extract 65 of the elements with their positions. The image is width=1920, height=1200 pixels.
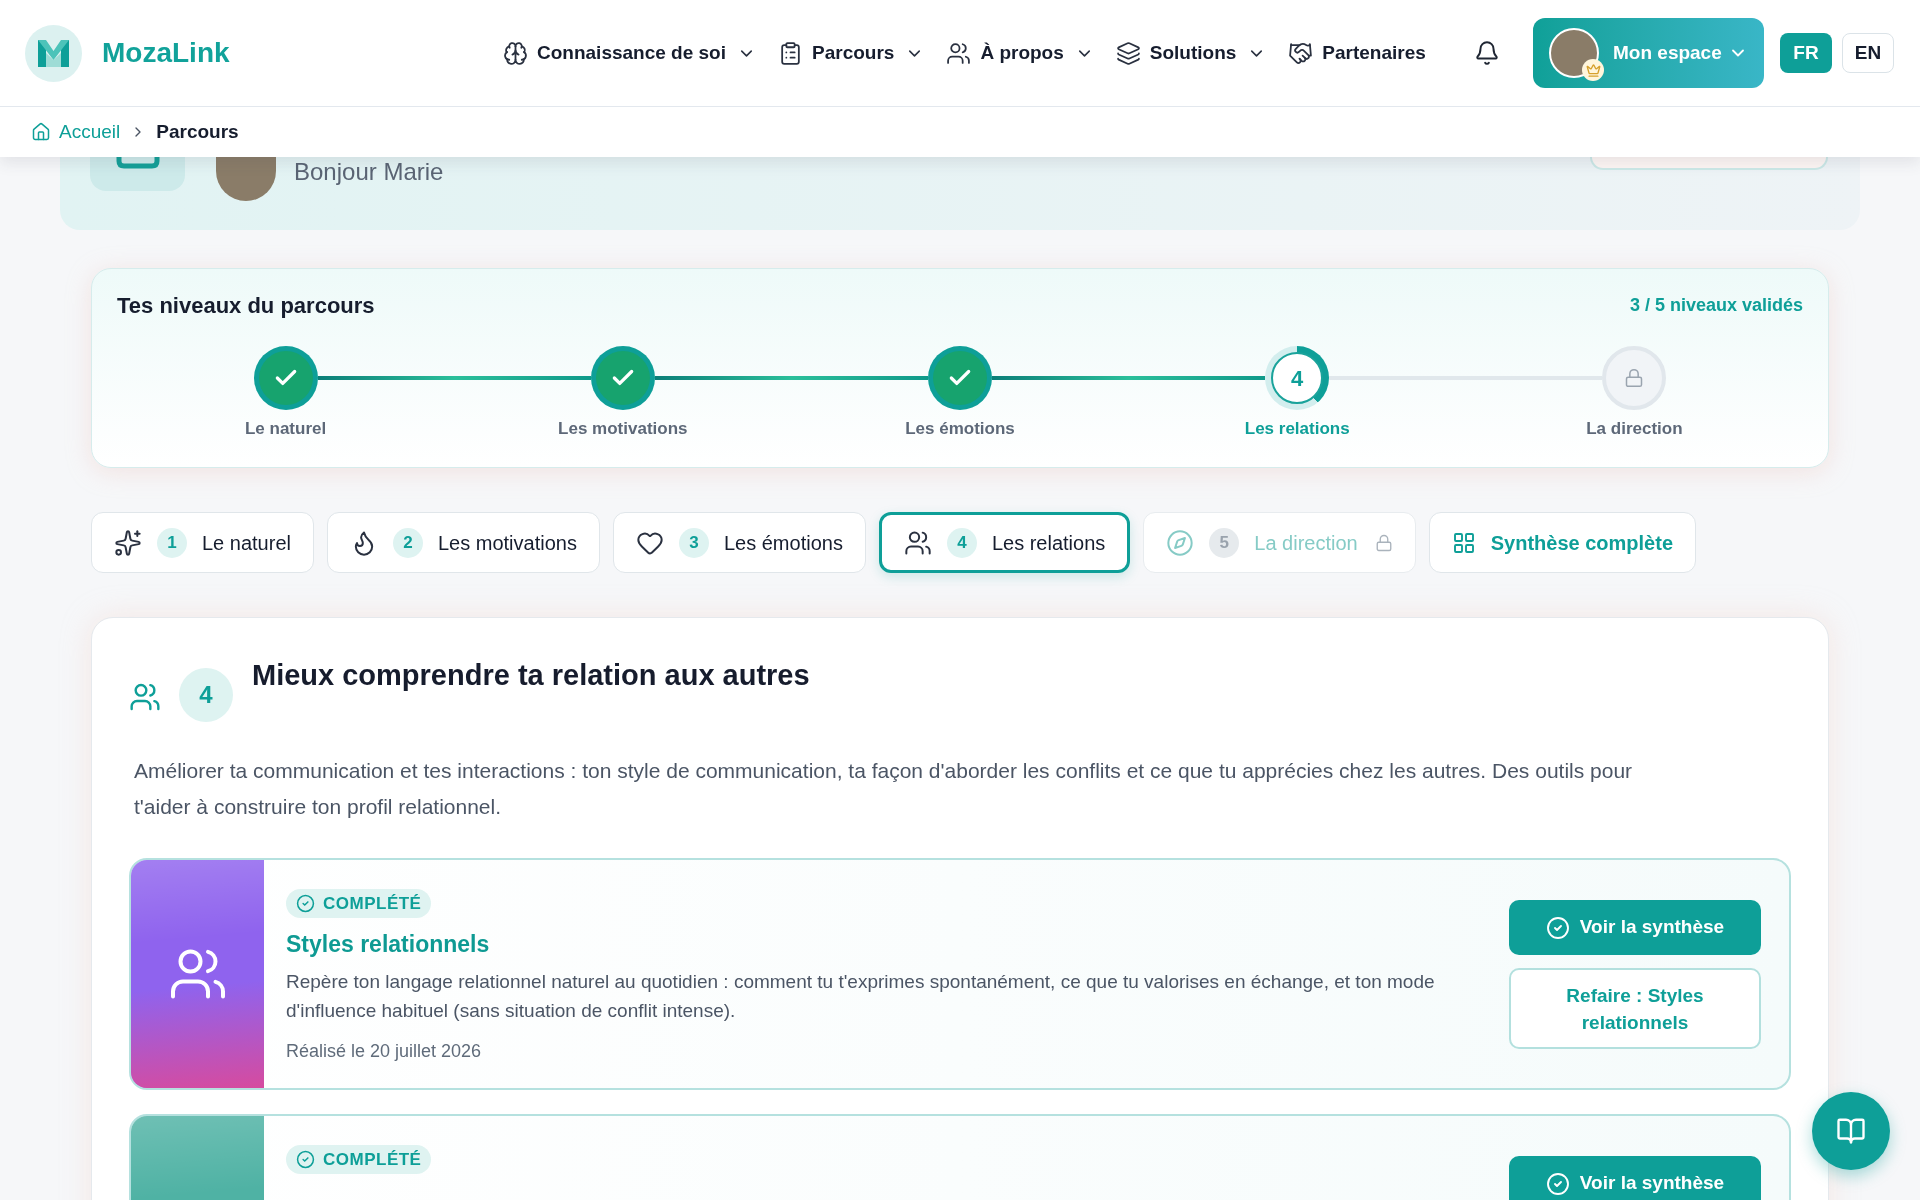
tab[interactable]: Synthèse complète xyxy=(1428,512,1696,573)
people-icon xyxy=(129,681,161,713)
view-summary-button[interactable]: Voir la synthèse xyxy=(1509,900,1761,955)
check-circle-icon xyxy=(1545,1171,1570,1196)
home-icon xyxy=(31,122,51,142)
people-icon xyxy=(946,40,972,66)
clipboard-icon xyxy=(778,40,803,66)
number-badge: 3 xyxy=(678,527,709,558)
step-label: Les émotions xyxy=(905,418,1015,440)
check-circle-icon xyxy=(296,894,315,913)
tab[interactable]: 2 Les motivations xyxy=(326,512,600,573)
handshake-icon xyxy=(1288,40,1314,66)
status-text: COMPLÉTÉ xyxy=(323,892,422,915)
logo-icon[interactable] xyxy=(25,24,82,82)
levels-title: Tes niveaux du parcours xyxy=(117,292,375,320)
account-menu-button[interactable]: Mon espace xyxy=(1533,18,1764,88)
nav-menu-item[interactable]: Partenaires xyxy=(1288,38,1426,68)
language-button[interactable]: FR xyxy=(1780,33,1832,73)
bell-icon[interactable] xyxy=(1474,39,1500,67)
section-description: Améliorer ta communication et tes interactions : ton style de communication, ta façon d'aborder les conflits et ce que tu apprécies chez les autres. Des outils pour t'aider à construire ton profil relationnel. xyxy=(134,758,1634,820)
sparkles-icon xyxy=(114,528,142,557)
nav-menu-item[interactable]: Parcours xyxy=(778,38,925,68)
tab[interactable]: 4 Les relations xyxy=(878,512,1131,573)
brand-name[interactable]: MozaLink xyxy=(102,32,230,74)
section-title: Mieux comprendre ta relation aux autres xyxy=(252,658,810,693)
lock-icon xyxy=(1624,368,1645,388)
breadcrumb-current: Parcours xyxy=(156,119,239,144)
grid-icon xyxy=(1451,530,1476,555)
number-badge: 5 xyxy=(1209,527,1240,558)
check-circle-icon xyxy=(1545,915,1570,940)
step-label: Les motivations xyxy=(558,418,688,440)
step-label: Le naturel xyxy=(244,418,327,440)
activity-title[interactable]: Styles relationnels xyxy=(286,929,1509,959)
nav-menu-item[interactable]: À propos xyxy=(946,38,1094,68)
status-text: COMPLÉTÉ xyxy=(323,1148,422,1171)
number-badge: 4 xyxy=(946,527,977,558)
tab[interactable]: 3 Les émotions xyxy=(612,512,866,573)
avatar-placeholder xyxy=(1549,28,1599,78)
number-badge: 1 xyxy=(157,527,187,558)
book-icon xyxy=(1836,1116,1866,1146)
breadcrumb-link[interactable]: Accueil xyxy=(31,117,121,147)
crown-icon xyxy=(1582,59,1604,81)
nav-menu-item[interactable]: Connaissance de soi xyxy=(503,38,756,68)
levels-summary: 3 / 5 niveaux validés xyxy=(1629,294,1803,317)
nav-menu-item[interactable]: Solutions xyxy=(1115,38,1267,68)
completion-date: Réalisé le 20 juillet 2026 xyxy=(286,1040,483,1063)
number-badge: 4 xyxy=(179,668,233,722)
language-button[interactable]: EN xyxy=(1842,33,1894,73)
avatar-placeholder xyxy=(216,157,276,201)
step-label: La direction xyxy=(1586,418,1683,440)
greeting-text: Bonjour Marie xyxy=(294,157,444,187)
step-label: Les relations xyxy=(1244,418,1350,440)
square-outline-icon xyxy=(115,157,160,169)
lock-icon xyxy=(1374,533,1393,552)
layers-icon xyxy=(1115,40,1141,66)
view-summary-button[interactable]: Voir la synthèse xyxy=(1509,1156,1761,1200)
redo-button[interactable]: Refaire : Styles relationnels xyxy=(1509,968,1761,1049)
number-badge: 2 xyxy=(392,527,423,558)
check-circle-icon xyxy=(296,1150,315,1169)
book-button[interactable] xyxy=(1812,1092,1890,1170)
tab[interactable]: 1 Le naturel xyxy=(91,512,314,573)
activity-description: Repère ton langage relationnel naturel au quotidien : comment tu t'exprimes spontanément, ce que tu valorises en échange, et ton mode d'influence habituel (sans situation de conflit intense). xyxy=(286,970,1436,1023)
step-number: 4 xyxy=(1291,364,1304,393)
compass-icon xyxy=(1166,528,1195,557)
brain-icon xyxy=(503,40,528,66)
